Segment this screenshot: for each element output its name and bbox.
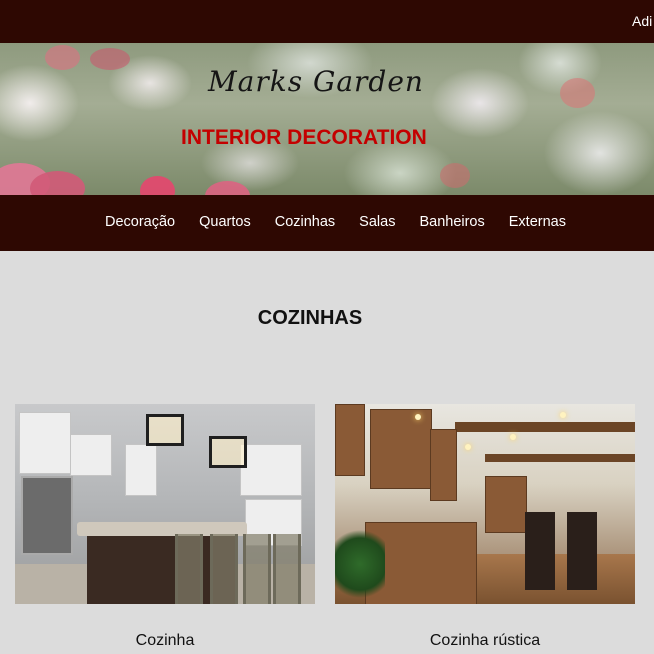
kitchen-photo[interactable] bbox=[15, 404, 315, 604]
site-logo[interactable]: Marks Garden bbox=[208, 65, 424, 98]
card-caption[interactable]: Cozinha rústica bbox=[335, 632, 635, 650]
nav-item-quartos[interactable]: Quartos bbox=[199, 214, 251, 230]
section-title: COZINHAS bbox=[257, 307, 363, 329]
nav-item-banheiros[interactable]: Banheiros bbox=[419, 214, 484, 230]
nav-item-cozinhas[interactable]: Cozinhas bbox=[275, 214, 335, 230]
site-tagline: INTERIOR DECORATION bbox=[181, 126, 427, 149]
nav-item-externas[interactable]: Externas bbox=[509, 214, 566, 230]
nav-item-salas[interactable]: Salas bbox=[359, 214, 395, 230]
hero-banner: Marks Garden INTERIOR DECORATION bbox=[0, 43, 654, 195]
rustic-kitchen-photo[interactable] bbox=[335, 404, 635, 604]
nav-item-decoracao[interactable]: Decoração bbox=[105, 214, 175, 230]
main-nav: Decoração Quartos Cozinhas Salas Banheir… bbox=[0, 195, 654, 251]
top-link[interactable]: Adi bbox=[632, 13, 654, 29]
card-kitchen[interactable]: Cozinha bbox=[15, 404, 315, 649]
card-rustic-kitchen[interactable]: Cozinha rústica bbox=[335, 404, 635, 649]
card-caption[interactable]: Cozinha bbox=[15, 632, 315, 650]
top-bar: Adi bbox=[0, 0, 654, 43]
